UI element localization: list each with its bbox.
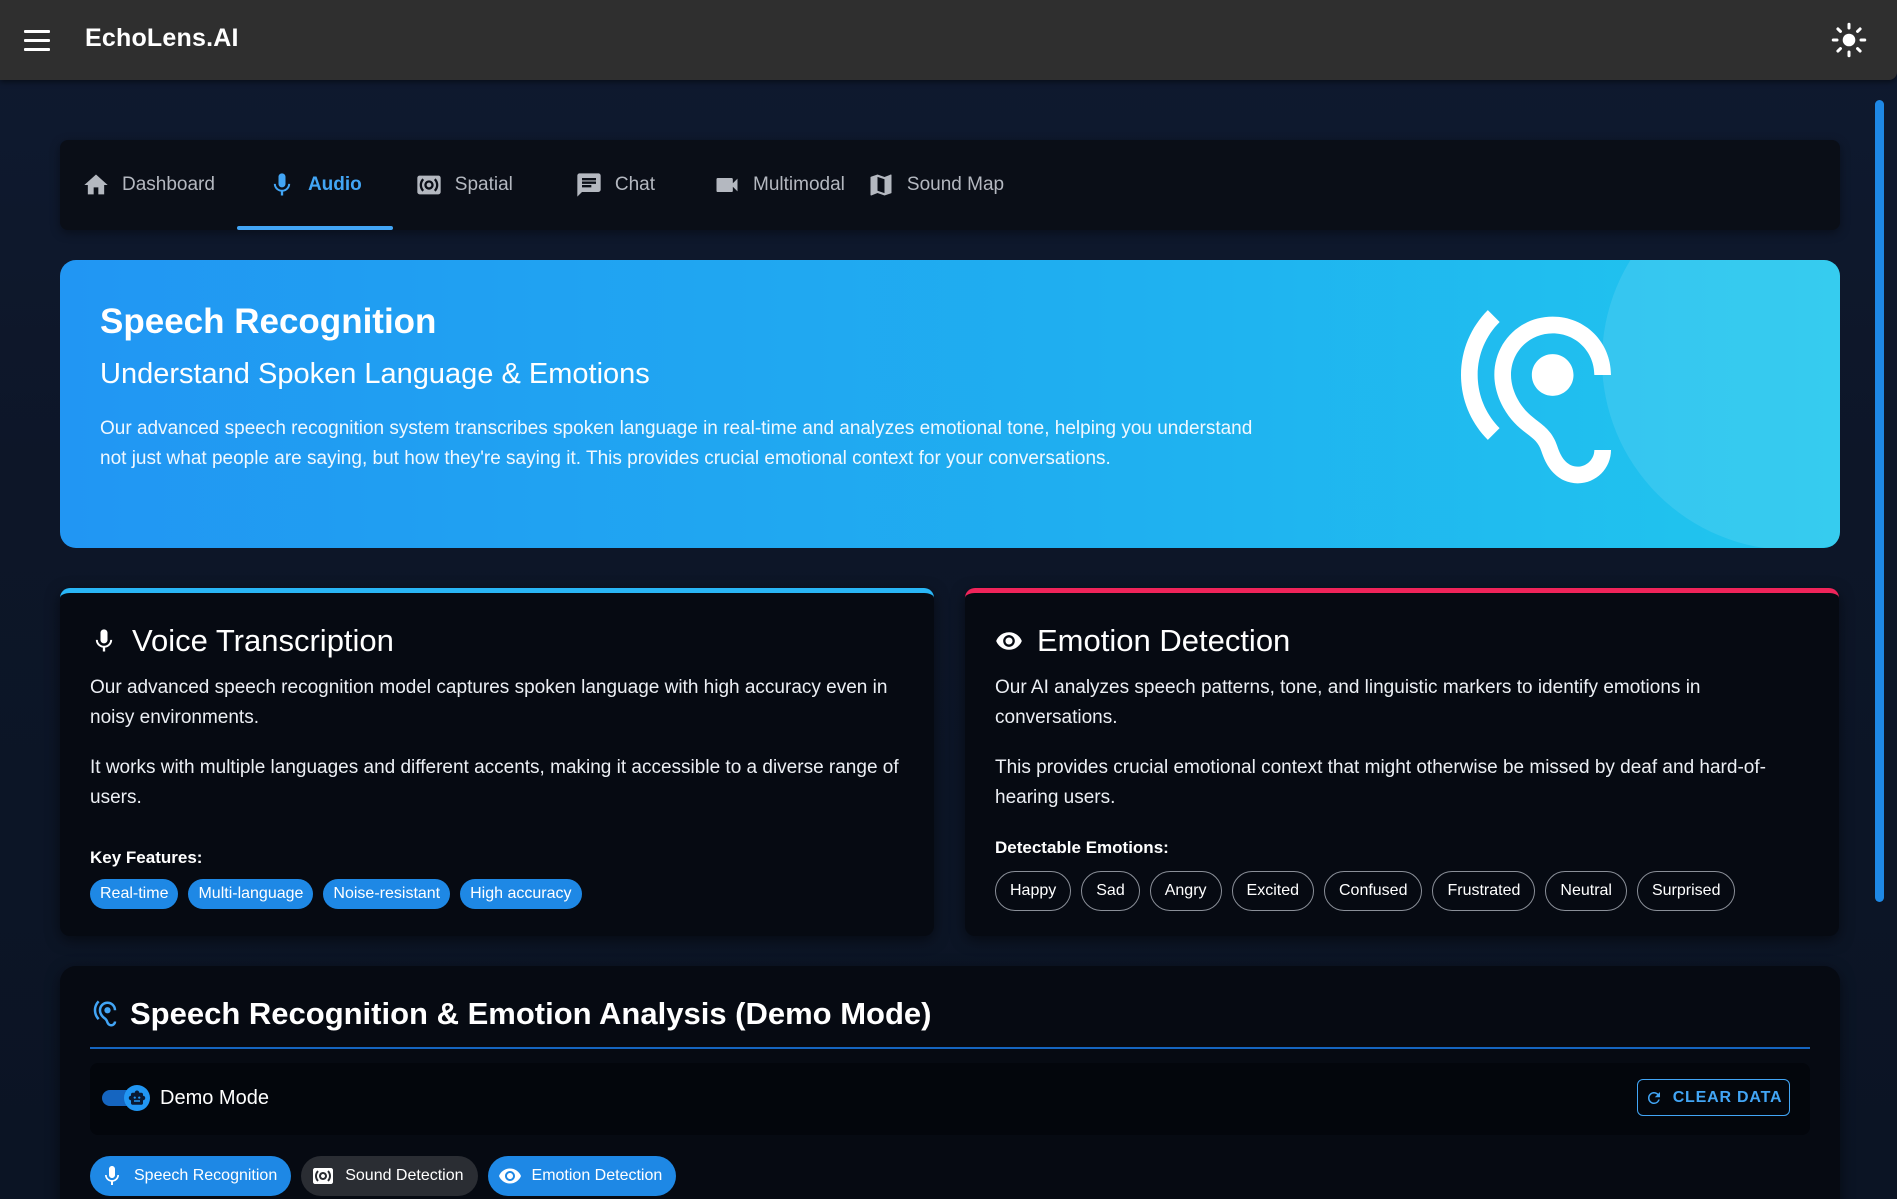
tab-label: Audio: [307, 174, 362, 195]
videocam-icon: [716, 178, 738, 192]
chip-label: Emotion Detection: [531, 1167, 663, 1184]
demo-toolbar: Demo Mode CLEAR DATA: [90, 1063, 1810, 1135]
tab-audio[interactable]: Audio: [236, 140, 393, 230]
tab-label: Multimodal: [753, 174, 845, 195]
tab-dashboard[interactable]: Dashboard: [60, 140, 237, 230]
features-label: Key Features:: [90, 848, 203, 867]
hero-title: Speech Recognition: [100, 302, 437, 341]
emotion-chip: Angry: [1149, 871, 1222, 911]
emotions-label: Detectable Emotions:: [995, 838, 1169, 857]
demo-title: Speech Recognition & Emotion Analysis (D…: [90, 996, 932, 1032]
chat-icon: [577, 173, 601, 197]
card-paragraph: It works with multiple languages and dif…: [90, 757, 899, 808]
card-title-text: Emotion Detection: [1037, 623, 1291, 658]
app-bar: EchoLens.AI: [0, 0, 1897, 80]
home-icon: [84, 174, 108, 195]
card-title: Emotion Detection: [995, 623, 1290, 659]
surround-sound-icon: [417, 175, 441, 195]
mode-chips: Speech Recognition Sound Detection Emoti…: [90, 1156, 677, 1196]
hero-subtitle: Understand Spoken Language & Emotions: [100, 358, 650, 390]
tab-spatial[interactable]: Spatial: [393, 140, 535, 230]
mic-icon: [95, 629, 113, 652]
decorative-circle: [1602, 260, 1840, 548]
tab-label: Chat: [614, 174, 656, 195]
emotion-chip: Neutral: [1545, 871, 1627, 911]
mic-icon: [105, 1166, 119, 1185]
clear-data-label: CLEAR DATA: [1672, 1088, 1783, 1106]
surround-sound-icon: [313, 1168, 334, 1184]
feature-chip: Real-time: [90, 879, 179, 909]
emotion-chip: Surprised: [1636, 871, 1736, 911]
card-title-text: Voice Transcription: [132, 623, 394, 658]
demo-panel: Speech Recognition & Emotion Analysis (D…: [60, 966, 1840, 1199]
app-title: EchoLens.AI: [85, 24, 239, 52]
hearing-icon: [93, 1000, 117, 1027]
light-mode-icon[interactable]: [1831, 22, 1867, 58]
hero-description: Our advanced speech recognition system t…: [100, 418, 1253, 469]
divider: [90, 1047, 1810, 1049]
emotion-chip: Sad: [1081, 871, 1140, 911]
tab-chat[interactable]: Chat: [553, 140, 677, 230]
card-title: Voice Transcription: [90, 623, 394, 659]
emotion-detection-chip[interactable]: Emotion Detection: [487, 1156, 677, 1196]
card-paragraph: Our AI analyzes speech patterns, tone, a…: [995, 677, 1701, 728]
eye-icon: [996, 632, 1022, 650]
page-scrollbar[interactable]: [1875, 100, 1884, 902]
mic-icon: [273, 173, 291, 196]
tab-label: Sound Map: [906, 174, 1005, 195]
menu-icon[interactable]: [24, 26, 54, 54]
hero-banner: Speech Recognition Understand Spoken Lan…: [60, 260, 1840, 548]
demo-mode-toggle[interactable]: [102, 1083, 150, 1113]
emotion-chip: Frustrated: [1432, 871, 1536, 911]
hearing-icon: [1461, 310, 1611, 484]
tab-label: Dashboard: [122, 174, 215, 195]
tab-label: Spatial: [454, 174, 513, 195]
sound-detection-chip[interactable]: Sound Detection: [301, 1156, 478, 1196]
tab-sound-map[interactable]: Sound Map: [867, 140, 1026, 230]
chip-label: Speech Recognition: [134, 1167, 278, 1184]
eye-icon: [498, 1168, 521, 1184]
feature-chip: Multi-language: [188, 879, 314, 909]
demo-mode-label: Demo Mode: [160, 1087, 269, 1109]
emotion-chip: Confused: [1323, 871, 1423, 911]
emotion-chip: Excited: [1231, 871, 1314, 911]
clear-data-button[interactable]: CLEAR DATA: [1637, 1079, 1790, 1116]
main-tabs: Dashboard Audio Spatial Chat Multimodal …: [60, 140, 1840, 230]
tab-multimodal[interactable]: Multimodal: [691, 140, 867, 230]
card-paragraph: Our advanced speech recognition model ca…: [90, 677, 888, 728]
emotion-chip: Happy: [995, 871, 1072, 911]
emotion-chips: Happy Sad Angry Excited Confused Frustra…: [995, 871, 1736, 911]
demo-title-text: Speech Recognition & Emotion Analysis (D…: [130, 996, 932, 1031]
feature-chips: Real-time Multi-language Noise-resistant…: [90, 879, 582, 909]
feature-chip: High accuracy: [460, 879, 582, 909]
map-icon: [870, 174, 892, 196]
speech-recognition-chip[interactable]: Speech Recognition: [90, 1156, 292, 1196]
robot-icon: [128, 1090, 146, 1105]
refresh-icon: [1647, 1091, 1660, 1104]
voice-transcription-card: Voice Transcription Our advanced speech …: [60, 588, 934, 936]
chip-label: Sound Detection: [345, 1167, 464, 1184]
card-paragraph: This provides crucial emotional context …: [995, 757, 1766, 808]
feature-chip: Noise-resistant: [323, 879, 451, 909]
emotion-detection-card: Emotion Detection Our AI analyzes speech…: [965, 588, 1839, 936]
